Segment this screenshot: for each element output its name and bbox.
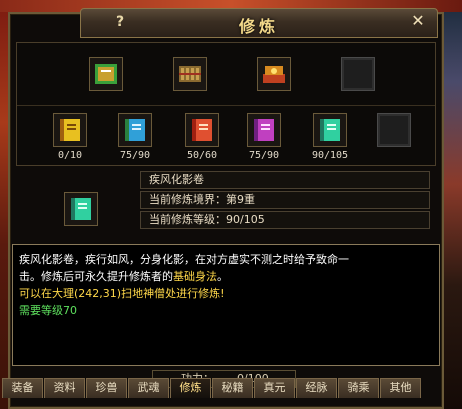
red-book-icon <box>192 119 212 141</box>
close-button[interactable]: ✕ <box>409 12 427 30</box>
selected-skill-slot <box>64 192 98 226</box>
skill-slot-4[interactable] <box>247 113 281 147</box>
skill-count-4: 75/90 <box>248 150 280 161</box>
tab-martial-soul[interactable]: 武魂 <box>128 378 169 398</box>
skill-count-5: 90/105 <box>311 150 349 161</box>
teal-book-icon <box>320 119 340 141</box>
tab-pets[interactable]: 珍兽 <box>86 378 127 398</box>
tab-true-essence[interactable]: 真元 <box>254 378 295 398</box>
skill-slot-6[interactable] <box>377 113 411 147</box>
tab-other[interactable]: 其他 <box>380 378 421 398</box>
top-slot-3[interactable] <box>257 57 291 91</box>
top-slot-4[interactable] <box>341 57 375 91</box>
tab-profile[interactable]: 资料 <box>44 378 85 398</box>
bamboo-scroll-icon <box>179 66 201 82</box>
desc-line-3: 可以在大理(242,31)扫地神僧处进行修炼! <box>19 287 225 300</box>
purple-book-icon <box>254 119 274 141</box>
desc-line-2-text: 击。修炼后可永久提升修炼者的 <box>19 270 173 283</box>
panel-divider <box>17 105 435 106</box>
yellow-book-icon <box>60 119 80 141</box>
tab-mounts[interactable]: 骑乘 <box>338 378 379 398</box>
required-level: 需要等级70 <box>19 304 77 317</box>
desc-line-2-end: 。 <box>217 270 228 283</box>
gold-book-stack-icon <box>263 66 285 83</box>
skill-count-2: 75/90 <box>119 150 151 161</box>
green-book-icon <box>95 64 117 84</box>
title-bar[interactable]: ? 修炼 ✕ <box>80 8 438 38</box>
skill-book-panel: 0/10 75/90 50/60 75/90 90/105 <box>16 42 436 166</box>
skill-count-3: 50/60 <box>186 150 218 161</box>
window-title: 修炼 <box>238 17 279 36</box>
blue-book-icon <box>125 119 145 141</box>
skill-level: 当前修炼等级：90/105 <box>140 211 430 229</box>
skill-slot-1[interactable] <box>53 113 87 147</box>
skill-name: 疾风化影卷 <box>140 171 430 189</box>
skill-realm: 当前修炼境界：第9重 <box>140 191 430 209</box>
skill-slot-2[interactable] <box>118 113 152 147</box>
tab-meridians[interactable]: 经脉 <box>296 378 337 398</box>
desc-highlight-attribute: 基础身法 <box>173 270 217 283</box>
top-slot-1[interactable] <box>89 57 123 91</box>
desc-line-2: 击。修炼后可永久提升修炼者的基础身法。 <box>19 268 433 285</box>
cultivation-window: ? 修炼 ✕ 0/10 75/90 50/60 75/90 90/105 疾风化… <box>8 8 444 409</box>
skill-slot-3[interactable] <box>185 113 219 147</box>
tab-secret-manuals[interactable]: 秘籍 <box>212 378 253 398</box>
character-tabs: 装备 资料 珍兽 武魂 修炼 秘籍 真元 经脉 骑乘 其他 <box>2 378 462 398</box>
skill-slot-5[interactable] <box>313 113 347 147</box>
tab-cultivation[interactable]: 修炼 <box>170 378 211 398</box>
top-slot-2[interactable] <box>173 57 207 91</box>
skill-description: 疾风化影卷，疾行如风，分身化影，在对方虚实不测之时给予致命一 击。修炼后可永久提… <box>12 244 440 366</box>
desc-line-1: 疾风化影卷，疾行如风，分身化影，在对方虚实不测之时给予致命一 <box>19 253 349 266</box>
tab-equipment[interactable]: 装备 <box>2 378 43 398</box>
teal-book-icon <box>71 198 91 220</box>
skill-count-1: 0/10 <box>57 150 83 161</box>
